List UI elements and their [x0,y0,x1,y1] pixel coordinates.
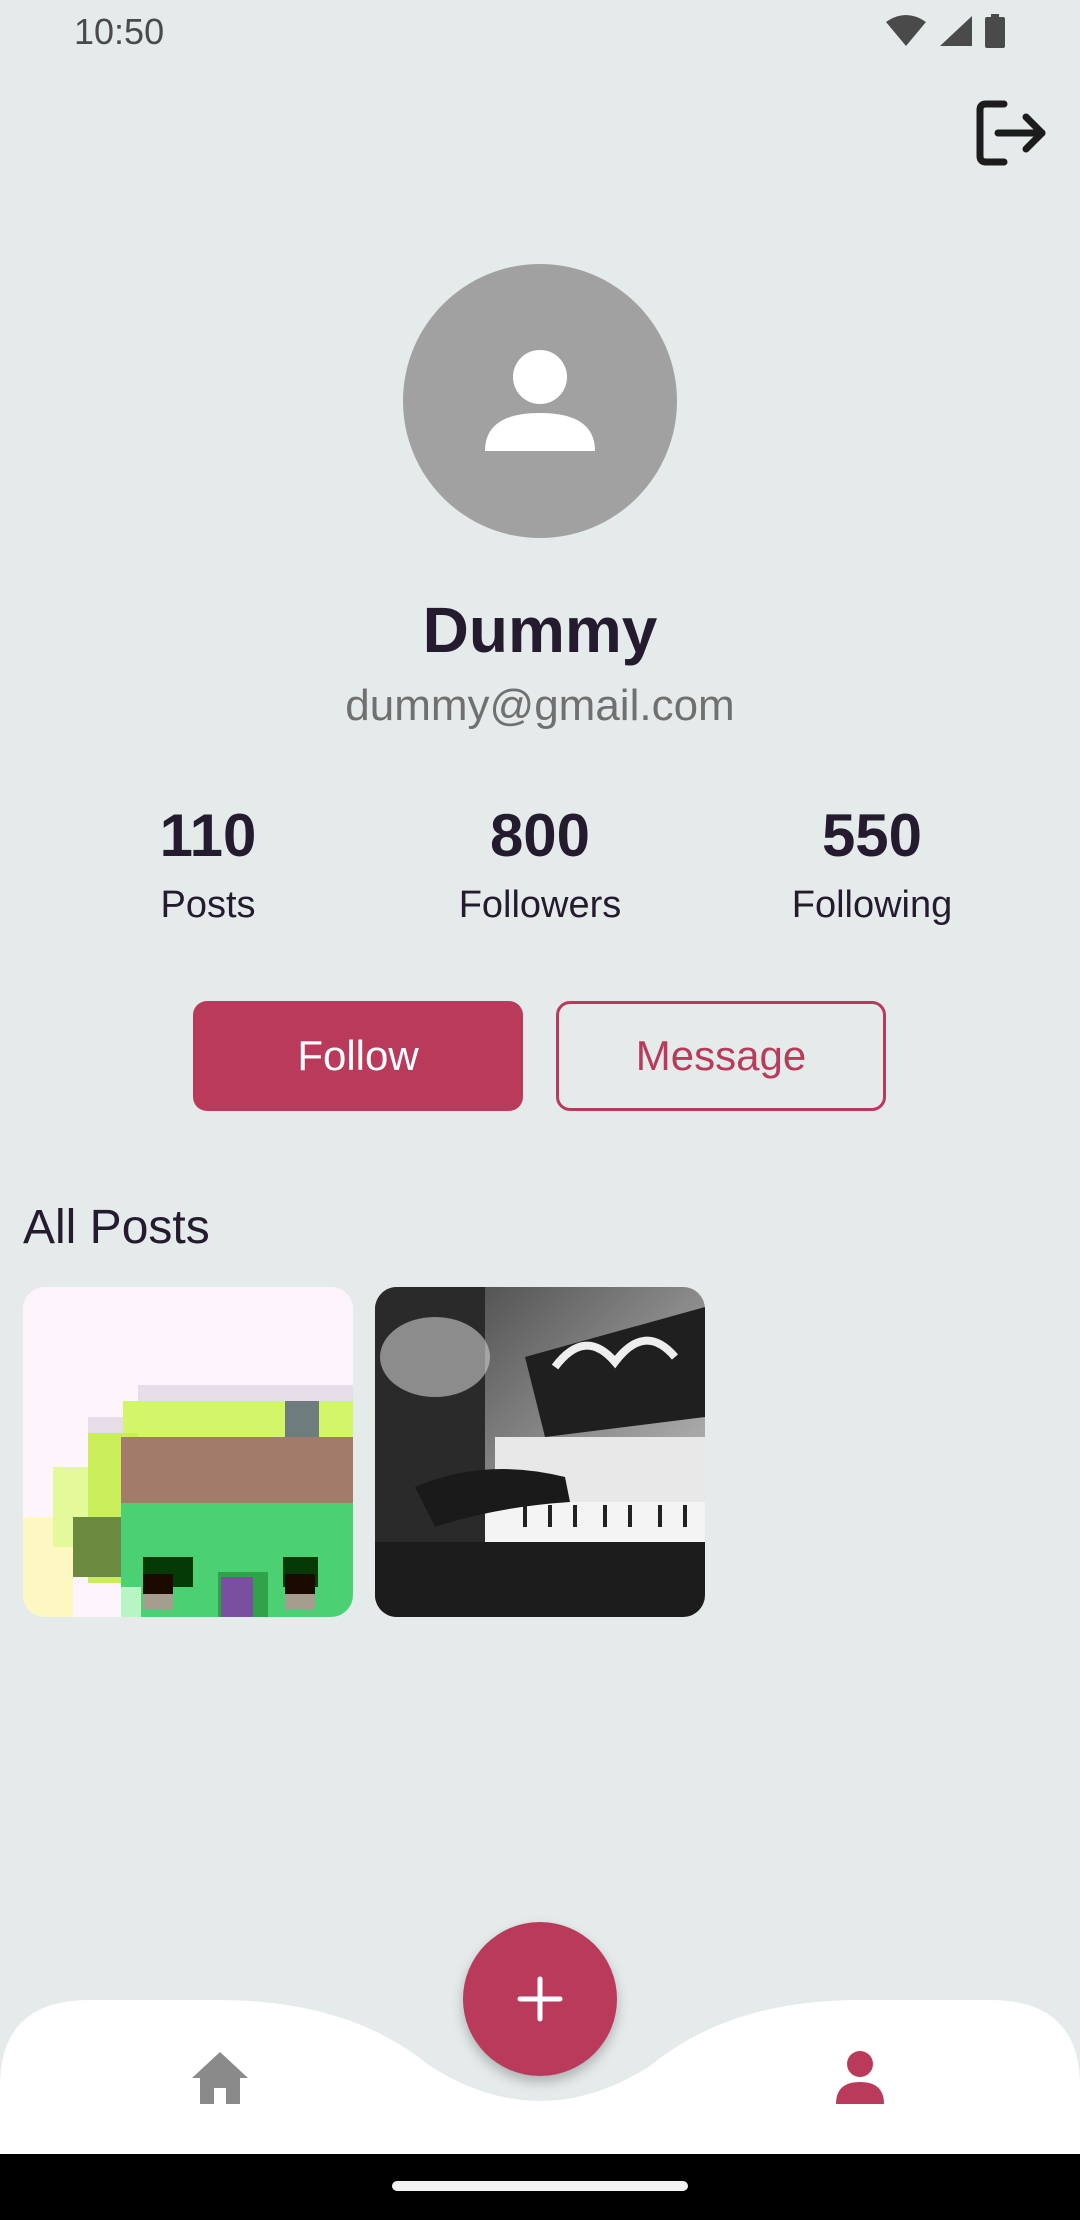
profile-email: dummy@gmail.com [345,681,735,730]
stat-following-label: Following [791,884,953,926]
nav-home-button[interactable] [190,2050,250,2106]
avatar [403,264,677,538]
stat-posts-label: Posts [160,884,256,926]
status-icons [884,14,1006,48]
add-post-button[interactable] [463,1922,617,2076]
plus-icon [517,1976,563,2022]
profile-name: Dummy [422,594,658,666]
follow-button[interactable]: Follow [193,1001,523,1111]
stat-followers-label: Followers [458,884,622,926]
stat-posts-value: 110 [159,802,257,869]
logout-button[interactable] [974,98,1050,168]
post-thumbnail-piano[interactable] [375,1287,705,1617]
pixel-art-image [23,1287,353,1617]
stat-following: 550 Following [722,800,1022,930]
piano-photo-image [375,1287,705,1617]
battery-icon [985,14,1005,48]
stat-posts: 110 Posts [58,800,358,930]
post-thumbnail-pixel-art[interactable] [23,1287,353,1617]
status-time: 10:50 [74,11,165,52]
stat-following-value: 550 [821,802,923,869]
message-button[interactable]: Message [556,1001,886,1111]
stat-followers-value: 800 [489,802,591,869]
logout-icon [976,100,1046,166]
posts-section-title: All Posts [23,1201,210,1254]
person-icon [485,350,595,451]
profile-icon [836,2051,884,2104]
home-gesture-handle[interactable] [392,2181,688,2191]
stat-followers: 800 Followers [390,800,690,930]
nav-profile-button[interactable] [834,2050,886,2106]
home-icon [192,2052,248,2104]
wifi-icon [886,15,926,46]
signal-icon [940,16,972,46]
